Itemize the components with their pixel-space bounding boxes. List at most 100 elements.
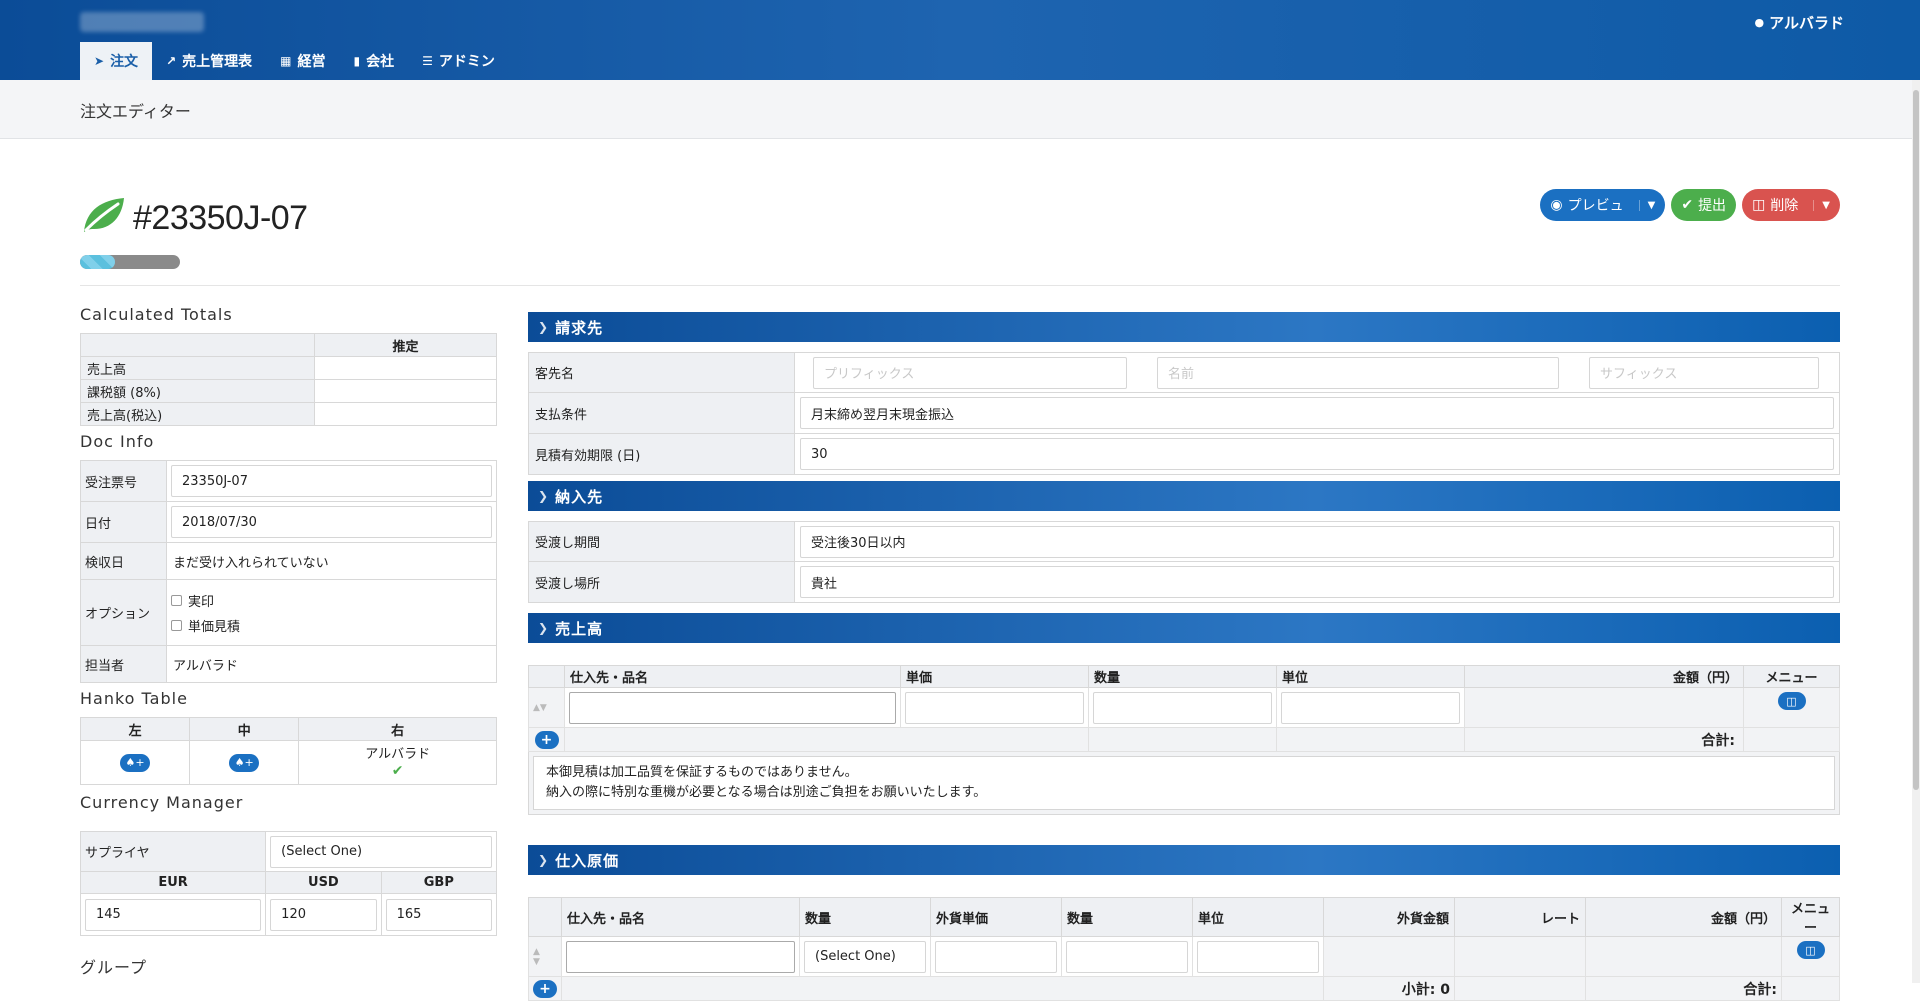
sales-price-input[interactable] (905, 691, 1084, 724)
purchase-col-fx-amount: 外貨金額 (1323, 897, 1455, 937)
purchase-col-menu: メニュー (1781, 897, 1840, 937)
currency-eur-header: EUR (79, 871, 267, 894)
suffix-input[interactable]: サフィックス (1589, 356, 1819, 389)
trash-icon: ◫ (1752, 197, 1766, 213)
doc-info-heading: Doc Info (80, 432, 155, 451)
order-number-title: #23350J-07 (133, 199, 308, 237)
currency-usd-header: USD (265, 871, 382, 894)
purchase-col-qty2: 数量 (1061, 897, 1193, 937)
trash-icon[interactable]: ◫ (1777, 692, 1806, 710)
nav-sales-sheet[interactable]: ↗ 売上管理表 (152, 42, 266, 80)
paper-plane-icon: ➤ (94, 54, 105, 68)
usd-rate-input[interactable]: 120 (270, 898, 377, 931)
purchase-fx-price-input[interactable] (935, 940, 1057, 973)
seal-checkbox[interactable]: 実印 (171, 588, 492, 613)
purchase-unit-input[interactable] (1197, 940, 1319, 973)
sales-section-header[interactable]: ❯ 売上高 (528, 613, 1840, 643)
unit-price-checkbox[interactable]: 単価見積 (171, 613, 492, 638)
purchase-item-input[interactable] (566, 940, 795, 973)
doc-info-table: 受注票号 23350J-07 日付 2018/07/30 検収日 まだ受け入れら… (80, 460, 497, 683)
currency-gbp-header: GBP (380, 871, 498, 894)
options-label: オプション (80, 579, 167, 646)
chevron-right-icon: ❯ (538, 621, 550, 635)
building-icon: ▮ (353, 54, 361, 68)
eur-rate-input[interactable]: 145 (85, 898, 262, 931)
date-field[interactable]: 2018/07/30 (171, 506, 492, 538)
totals-row-label: 売上高 (80, 356, 315, 380)
add-user-icon[interactable]: ♠+ (229, 753, 260, 772)
purchase-supplier-select[interactable]: (Select One) (804, 940, 926, 973)
submit-button[interactable]: ✔ 提出 (1671, 189, 1737, 221)
sales-total-label: 合計: (1464, 727, 1744, 752)
top-navbar: ● アルバラド ➤ 注文 ↗ 売上管理表 ▦ 経営 ▮ 会社 ☰ アドミン (0, 0, 1920, 80)
hanko-heading: Hanko Table (80, 689, 188, 708)
purchase-col-qty: 数量 (799, 897, 931, 937)
delivery-section-header[interactable]: ❯ 納入先 (528, 481, 1840, 511)
purchase-qty-input[interactable] (1066, 940, 1188, 973)
trash-icon[interactable]: ◫ (1796, 941, 1825, 959)
totals-row-label: 売上高(税込) (80, 402, 315, 426)
nav-admin[interactable]: ☰ アドミン (408, 42, 509, 80)
user-icon: ● (1754, 16, 1765, 29)
name-input[interactable]: 名前 (1157, 356, 1559, 389)
payment-terms-input[interactable]: 月末締め翌月末現金振込 (800, 397, 1834, 429)
left-panel: Calculated Totals 推定 売上高 課税額 (8%) 売上高(税込… (79, 305, 498, 982)
user-name: アルバラド (1769, 14, 1844, 32)
hanko-col-right: 右 (298, 717, 497, 741)
sales-item-input[interactable] (569, 691, 896, 724)
prefix-input[interactable]: プリフィックス (813, 356, 1127, 389)
drag-handle-icon[interactable]: ▲▼ (528, 936, 562, 977)
brand-logo[interactable] (80, 12, 204, 32)
preview-button[interactable]: ◉ プレビュ ▼ (1540, 189, 1666, 221)
main-nav: ➤ 注文 ↗ 売上管理表 ▦ 経営 ▮ 会社 ☰ アドミン (80, 42, 509, 80)
delivery-period-label: 受渡し期間 (529, 522, 795, 561)
delivery-place-input[interactable]: 貴社 (800, 566, 1834, 598)
billing-section-header[interactable]: ❯ 請求先 (528, 312, 1840, 342)
gbp-rate-input[interactable]: 165 (385, 898, 492, 931)
nav-company[interactable]: ▮ 会社 (339, 42, 408, 80)
add-user-icon[interactable]: ♠+ (120, 753, 151, 772)
supplier-label: サプライヤ (79, 831, 267, 872)
hanko-col-left: 左 (79, 717, 191, 741)
chevron-down-icon[interactable]: ▼ (1638, 199, 1655, 211)
add-row-icon[interactable]: + (534, 730, 559, 749)
sales-qty-input[interactable] (1093, 691, 1272, 724)
nav-order[interactable]: ➤ 注文 (80, 42, 153, 80)
hanko-signer-name: アルバラド (365, 746, 431, 762)
user-menu[interactable]: ● アルバラド (1755, 12, 1844, 33)
drag-handle-icon[interactable]: ▲▼ (528, 687, 565, 728)
sitemap-icon: ▦ (280, 54, 292, 68)
purchase-table: 仕入先・品名 数量 外貨単価 数量 単位 外貨金額 レート 金額（円） メニュー… (528, 897, 1840, 1001)
eye-icon: ◉ (1550, 197, 1563, 213)
delivery-period-input[interactable]: 受注後30日以内 (800, 525, 1834, 558)
sales-col-item: 仕入先・品名 (564, 665, 901, 688)
purchase-col-item: 仕入先・品名 (561, 897, 800, 937)
chevron-right-icon: ❯ (538, 489, 550, 503)
hanko-table: 左 中 右 ♠+ ♠+ アルバラド ✔ (79, 717, 497, 785)
add-row-icon[interactable]: + (533, 979, 557, 998)
table-row: ▲ ▼ (Select One) ◫ (528, 936, 1840, 977)
divider (80, 285, 1840, 286)
purchase-col-unit: 単位 (1192, 897, 1324, 937)
purchase-subtotal-label: 小計: 0 (1323, 976, 1455, 1001)
calculated-totals-table: 推定 売上高 課税額 (8%) 売上高(税込) (80, 333, 497, 426)
check-icon: ✔ (1681, 197, 1694, 213)
purchase-cost-section-header[interactable]: ❯ 仕入原価 (528, 845, 1840, 875)
action-buttons: ◉ プレビュ ▼ ✔ 提出 ◫ 削除 ▼ (1540, 189, 1840, 221)
calculated-totals-heading: Calculated Totals (80, 305, 233, 324)
table-row: ▲▼ ◫ (528, 687, 1840, 728)
purchase-col-amount: 金額（円） (1585, 897, 1782, 937)
scrollbar-thumb[interactable] (1913, 90, 1919, 790)
order-no-field[interactable]: 23350J-07 (171, 465, 492, 497)
group-heading: グループ (80, 958, 148, 977)
chevron-right-icon: ❯ (538, 853, 550, 867)
purchase-col-rate: レート (1454, 897, 1586, 937)
quote-valid-input[interactable]: 30 (800, 438, 1834, 470)
delete-button[interactable]: ◫ 削除 ▼ (1742, 189, 1840, 221)
breadcrumb: 注文エディター (0, 80, 1920, 139)
chevron-down-icon[interactable]: ▼ (1813, 199, 1830, 211)
sales-notes-textarea[interactable]: 本御見積は加工品質を保証するものではありません。 納入の際に特別な重機が必要とな… (533, 756, 1835, 810)
supplier-select[interactable]: (Select One) (270, 835, 492, 868)
sales-unit-input[interactable] (1281, 691, 1460, 724)
nav-management[interactable]: ▦ 経営 (266, 42, 339, 80)
